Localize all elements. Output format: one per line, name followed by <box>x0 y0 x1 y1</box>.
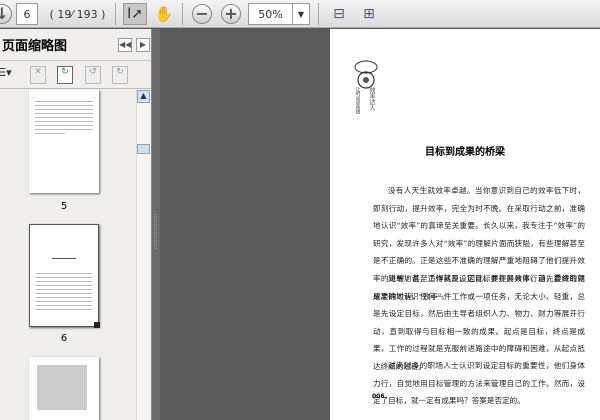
page-count: ( 19⁄ 193 ) <box>49 7 106 21</box>
rotate-left-icon[interactable]: ↺ <box>85 66 101 84</box>
chapter-title: 目标到成果的桥梁 <box>425 147 505 158</box>
fit-width-icon[interactable]: ⊟ <box>330 3 348 25</box>
thumbnail-label: 6 <box>60 333 68 344</box>
paragraph: 越来越多的职场人士认识到设定目标的重要性，他们身体力行，自觉地用目标管理的方法来… <box>373 361 585 406</box>
fit-page-icon[interactable]: ⊞ <box>360 3 378 25</box>
hand-tool-icon[interactable]: ✋ <box>153 3 175 25</box>
collapse-panel-icon[interactable]: ◀◀ <box>118 38 132 52</box>
scroll-up-icon[interactable]: ▲ <box>137 90 150 103</box>
options-menu-icon[interactable]: ☰▾ <box>0 66 12 84</box>
thumbnail-list: 5 6 <box>0 90 135 420</box>
divider <box>115 3 116 25</box>
zoom-in-icon[interactable]: + <box>221 4 241 24</box>
panel-title: 页面缩略图 <box>2 39 68 54</box>
thumbnail-page-7[interactable] <box>29 357 99 420</box>
zoom-input[interactable]: 50% <box>248 3 293 25</box>
thumbnail-page-5[interactable] <box>29 90 99 193</box>
thumbnail-scrollbar[interactable]: ▲ <box>136 90 150 420</box>
thumbnail-label: 5 <box>60 201 68 212</box>
book-series-title: 效率达人 <box>368 87 375 111</box>
scrollbar-thumb[interactable] <box>137 144 150 154</box>
page-number-input[interactable]: 6 <box>16 3 38 25</box>
zoom-dropdown-icon[interactable]: ▼ <box>292 3 310 25</box>
zoom-out-icon[interactable]: − <box>192 4 212 24</box>
book-series-subtitle: 让时间更值钱 <box>355 87 360 114</box>
divider <box>318 3 319 25</box>
thumbnail-page-6[interactable] <box>29 224 100 328</box>
rotate-right-icon[interactable]: ↻ <box>112 66 128 84</box>
thumbnails-panel: 页面缩略图 ◀◀ ▶ ☰▾ ✕ ↻ ↺ ↻ 5 6 ▲ <box>0 29 152 420</box>
next-page-icon[interactable]: ↓ <box>0 4 12 24</box>
page-number: 006 <box>372 393 385 400</box>
toolbar: ↓ 6 ( 19⁄ 193 ) I➚ ✋ − + 50% ▼ ⊟ ⊞ <box>0 0 600 28</box>
print-page-icon[interactable]: ↻ <box>57 66 73 84</box>
document-page: 效率达人 让时间更值钱 目标到成果的桥梁 没有人天生就效率卓越。当你意识到自己的… <box>330 29 600 420</box>
delete-page-icon[interactable]: ✕ <box>30 66 46 84</box>
panel-splitter[interactable] <box>152 29 160 420</box>
divider <box>182 3 183 25</box>
select-tool-icon[interactable]: I➚ <box>123 3 147 25</box>
panel-next-icon[interactable]: ▶ <box>136 38 150 52</box>
